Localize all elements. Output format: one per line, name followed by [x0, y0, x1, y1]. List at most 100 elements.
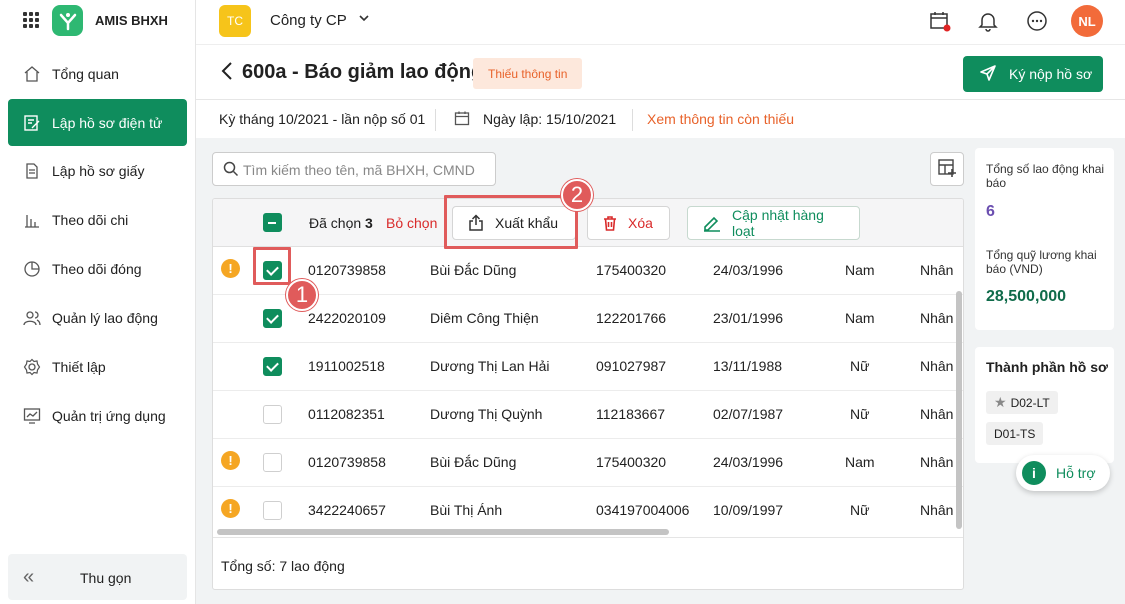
row-checkbox[interactable] — [263, 501, 282, 520]
component-chip[interactable]: D01-TS — [986, 422, 1044, 445]
employee-type: Nhân — [920, 262, 954, 278]
id-number: 034197004006 — [596, 502, 690, 518]
collapse-label: Thu gọn — [80, 570, 132, 586]
annotation-highlight-export — [444, 195, 578, 249]
row-checkbox[interactable] — [263, 357, 282, 376]
delete-label: Xóa — [628, 215, 653, 231]
divider — [632, 109, 633, 131]
bhxh-code: 1911002518 — [308, 358, 385, 374]
id-number: 175400320 — [596, 454, 667, 470]
status-badge: Thiếu thông tin — [473, 58, 583, 89]
row-checkbox[interactable] — [263, 405, 282, 424]
sidebar-item-label: Quản trị ứng dụng — [52, 407, 166, 424]
sidebar-item-theo-doi-chi[interactable]: Theo dõi chi — [8, 196, 187, 243]
sidebar-item-tong-quan[interactable]: Tổng quan — [8, 50, 187, 97]
row-checkbox[interactable] — [263, 453, 282, 472]
bhxh-code: 0112082351 — [308, 406, 385, 422]
gender: Nữ — [850, 358, 870, 374]
sidebar-item-label: Lập hồ sơ giấy — [52, 162, 145, 179]
view-missing-info-link[interactable]: Xem thông tin còn thiếu — [647, 111, 794, 127]
gender: Nam — [845, 454, 875, 470]
pie-chart-icon — [22, 259, 42, 279]
employee-type: Nhân — [920, 454, 954, 470]
table-row[interactable]: 1911002518 Dương Thị Lan Hải 091027987 1… — [213, 343, 963, 391]
select-all-checkbox[interactable] — [263, 213, 282, 232]
gender: Nữ — [850, 502, 870, 518]
app-logo-icon — [52, 5, 83, 36]
warning-icon[interactable]: ! — [221, 499, 240, 518]
employee-type: Nhân — [920, 358, 954, 374]
warning-icon[interactable]: ! — [221, 451, 240, 470]
bell-icon[interactable] — [975, 8, 1001, 34]
table-row[interactable]: 0112082351 Dương Thị Quỳnh 112183667 02/… — [213, 391, 963, 439]
created-date: Ngày lập: 15/10/2021 — [483, 111, 617, 127]
top-bar: TC Công ty CP NL — [196, 0, 1125, 44]
deselect-link[interactable]: Bỏ chọn — [386, 215, 437, 231]
sidebar-item-thiet-lap[interactable]: Thiết lập — [8, 343, 187, 390]
calendar-notification-icon[interactable] — [927, 8, 953, 34]
component-chip[interactable]: ★ D02-LT — [986, 391, 1058, 414]
column-settings-button[interactable] — [930, 152, 964, 186]
info-icon: i — [1022, 461, 1046, 485]
collapse-sidebar-button[interactable]: « Thu gọn — [8, 554, 187, 600]
filing-period: Kỳ tháng 10/2021 - lần nộp số 01 — [219, 111, 426, 127]
search-input[interactable] — [243, 160, 483, 180]
bulk-update-button[interactable]: Cập nhật hàng loạt — [687, 206, 860, 240]
sidebar-item-label: Lập hồ sơ điện tử — [52, 114, 163, 131]
date-of-birth: 10/09/1997 — [713, 502, 784, 518]
summary-panel: Tổng số lao động khai báo 6 Tổng quỹ lươ… — [975, 148, 1114, 330]
table-row[interactable]: ! 0120739858 Bùi Đắc Dũng 175400320 24/0… — [213, 439, 963, 487]
submit-label: Ký nộp hồ sơ — [1009, 66, 1093, 82]
total-salary-value: 28,500,000 — [986, 288, 1067, 305]
chevron-down-icon[interactable] — [358, 11, 370, 27]
bhxh-code: 3422240657 — [308, 502, 386, 518]
sidebar-item-quan-tri-ung-dung[interactable]: Quản trị ứng dụng — [8, 392, 187, 439]
more-options-icon[interactable] — [1024, 8, 1050, 34]
vertical-scrollbar[interactable] — [956, 291, 962, 529]
date-of-birth: 24/03/1996 — [713, 262, 784, 278]
sidebar-item-theo-doi-dong[interactable]: Theo dõi đóng — [8, 245, 187, 292]
trash-icon — [602, 215, 618, 231]
employee-type: Nhân — [920, 310, 954, 326]
delete-button[interactable]: Xóa — [587, 206, 670, 240]
avatar[interactable]: NL — [1071, 5, 1103, 37]
id-number: 091027987 — [596, 358, 667, 374]
components-panel: Thành phần hồ sơ ★ D02-LT D01-TS — [975, 347, 1114, 463]
bulk-update-label: Cập nhật hàng loạt — [732, 207, 824, 239]
row-checkbox[interactable] — [263, 309, 282, 328]
search-icon — [223, 161, 239, 180]
company-badge: TC — [219, 5, 251, 37]
table-row[interactable]: ! 3422240657 Bùi Thị Ánh 034197004006 10… — [213, 487, 963, 535]
date-of-birth: 23/01/1996 — [713, 310, 784, 326]
apps-grid-icon[interactable] — [23, 12, 39, 28]
submit-sign-button[interactable]: Ký nộp hồ sơ — [963, 56, 1103, 92]
employee-name: Bùi Đắc Dũng — [430, 454, 517, 470]
annotation-highlight-checkbox — [253, 247, 291, 285]
total-employees-label: Tổng số lao động khai báo — [986, 162, 1105, 190]
send-icon — [979, 64, 997, 85]
back-arrow-icon[interactable] — [220, 61, 234, 84]
page-header: 600a - Báo giảm lao động Thiếu thông tin… — [196, 44, 1125, 100]
star-icon: ★ — [994, 394, 1007, 410]
bhxh-code: 0120739858 — [308, 454, 386, 470]
sidebar-item-lap-ho-so-giay[interactable]: Lập hồ sơ giấy — [8, 147, 187, 194]
bhxh-code: 0120739858 — [308, 262, 386, 278]
double-chevron-left-icon: « — [23, 566, 35, 588]
sidebar-item-quan-ly-lao-dong[interactable]: Quản lý lao động — [8, 294, 187, 341]
gender: Nam — [845, 310, 875, 326]
table-row[interactable]: ! 0120739858 Bùi Đắc Dũng 175400320 24/0… — [213, 247, 963, 295]
sidebar-item-lap-ho-so-dien-tu[interactable]: Lập hồ sơ điện tử — [8, 99, 187, 146]
table-settings-icon — [937, 158, 957, 181]
table-row[interactable]: 2422020109 Diêm Công Thiện 122201766 23/… — [213, 295, 963, 343]
brand: AMIS BHXH — [0, 0, 196, 44]
help-button[interactable]: i Hỗ trợ — [1016, 455, 1110, 491]
employee-type: Nhân — [920, 406, 954, 422]
sidebar: AMIS BHXH Tổng quan Lập hồ sơ điện tử Lậ… — [0, 0, 196, 604]
company-selector[interactable]: Công ty CP — [270, 12, 347, 29]
date-of-birth: 24/03/1996 — [713, 454, 784, 470]
sidebar-item-label: Theo dõi chi — [52, 211, 129, 228]
page-title: 600a - Báo giảm lao động — [242, 61, 484, 83]
total-count: Tổng số: 7 lao động — [221, 558, 345, 574]
horizontal-scrollbar[interactable] — [217, 529, 669, 535]
warning-icon[interactable]: ! — [221, 259, 240, 278]
